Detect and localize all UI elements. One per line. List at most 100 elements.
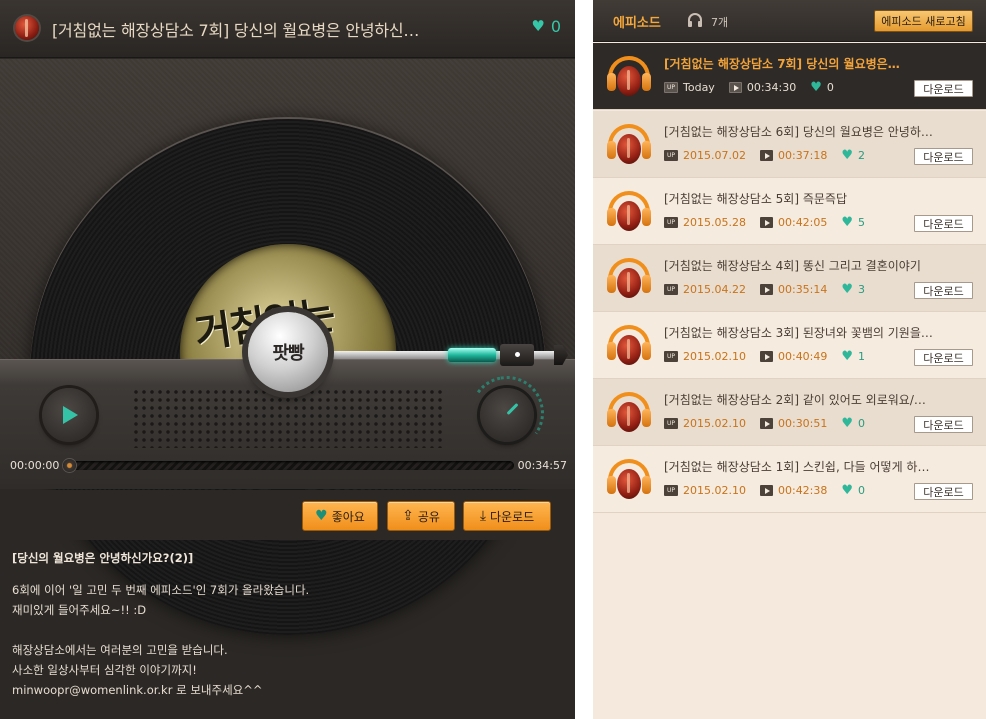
sidebar-header: 에피소드 7개 에피소드 새로고침: [593, 0, 986, 42]
share-button[interactable]: ⇪ 공유: [387, 501, 455, 531]
progress-bar[interactable]: [62, 461, 514, 470]
episode-thumbnail: [607, 56, 651, 98]
episode-likes: 5: [858, 216, 866, 229]
heart-icon: ♥: [841, 148, 854, 163]
episode-duration: 00:37:18: [777, 149, 828, 162]
episode-download-button[interactable]: 다운로드: [914, 215, 973, 232]
episode-meta: UP 2015.05.28 00:42:05 ♥ 5: [664, 216, 865, 229]
play-button[interactable]: [42, 388, 96, 442]
description-line: 해장상담소에서는 여러분의 고민을 받습니다.: [12, 643, 228, 657]
episode-item[interactable]: [거침없는 해장상담소 3회] 된장녀와 꽃뱀의 기원을… UP 2015.02…: [593, 312, 986, 379]
description-line: 사소한 일상사부터 심각한 이야기까지!: [12, 663, 197, 677]
episode-duration: 00:30:51: [777, 417, 828, 430]
duration-icon: [759, 418, 773, 429]
like-button[interactable]: ♥ 좋아요: [302, 501, 378, 531]
episode-count: 7개: [711, 16, 729, 29]
time-total: 00:34:57: [517, 459, 567, 472]
heart-icon: ♥: [841, 483, 854, 498]
upload-date-icon: UP: [664, 82, 678, 93]
episode-thumbnail: [607, 191, 651, 233]
play-icon: [63, 406, 78, 424]
episode-duration: 00:35:14: [777, 283, 828, 296]
upload-date-icon: UP: [664, 217, 678, 228]
duration-icon: [759, 284, 773, 295]
episode-date: 2015.02.10: [683, 484, 746, 497]
episode-title: [거침없는 해장상담소 7회] 당신의 월요병은 안녕하신…: [52, 21, 420, 40]
description-title: [당신의 월요병은 안녕하신가요?(2)]: [12, 551, 194, 565]
share-button-label: 공유: [417, 509, 440, 524]
episode-date: 2015.04.22: [683, 283, 746, 296]
episode-item[interactable]: [거침없는 해장상담소 1회] 스킨쉽, 다들 어떻게 하… UP 2015.0…: [593, 446, 986, 513]
upload-date-icon: UP: [664, 150, 678, 161]
episode-meta: UP Today 00:34:30 ♥ 0: [664, 81, 834, 94]
refresh-episodes-button[interactable]: 에피소드 새로고침: [874, 10, 973, 32]
episode-item[interactable]: [거침없는 해장상담소 2회] 같이 있어도 외로워요/… UP 2015.02…: [593, 379, 986, 446]
episode-download-button[interactable]: 다운로드: [914, 483, 973, 500]
episode-sidebar: 에피소드 7개 에피소드 새로고침 [거침없는 해장상담소 7회] 당신의 월요…: [593, 0, 986, 719]
episode-likes: 2: [858, 149, 866, 162]
episode-download-button[interactable]: 다운로드: [914, 80, 973, 97]
tonearm-light: [448, 348, 496, 362]
episode-thumbnail: [607, 325, 651, 367]
progress-handle[interactable]: [63, 459, 76, 472]
episode-download-button[interactable]: 다운로드: [914, 282, 973, 299]
description-line: minwoopr@womenlink.or.kr 로 보내주세요^^: [12, 683, 263, 697]
episode-likes: 3: [858, 283, 866, 296]
episode-meta: UP 2015.02.10 00:42:38 ♥ 0: [664, 484, 865, 497]
tonearm: [300, 342, 570, 370]
episode-date: 2015.07.02: [683, 149, 746, 162]
download-icon: ⤓: [479, 508, 487, 524]
episode-date: 2015.02.10: [683, 417, 746, 430]
episode-item-title: [거침없는 해장상담소 1회] 스킨쉽, 다들 어떻게 하…: [664, 460, 930, 474]
heart-icon: ♥: [841, 349, 854, 364]
episode-item[interactable]: [거침없는 해장상담소 4회] 똥신 그리고 결혼이야기 UP 2015.04.…: [593, 245, 986, 312]
episode-duration: 00:40:49: [777, 350, 828, 363]
episode-description: [당신의 월요병은 안녕하신가요?(2)] 6회에 이어 '일 고민 두 번째 …: [12, 548, 562, 719]
like-button-label: 좋아요: [331, 509, 365, 524]
upload-date-icon: UP: [664, 351, 678, 362]
episode-date: Today: [683, 81, 715, 94]
episode-download-button[interactable]: 다운로드: [914, 148, 973, 165]
duration-icon: [759, 217, 773, 228]
episode-item-title: [거침없는 해장상담소 7회] 당신의 월요병은…: [664, 57, 900, 71]
download-button[interactable]: ⤓ 다운로드: [463, 501, 551, 531]
episode-item[interactable]: [거침없는 해장상담소 6회] 당신의 월요병은 안녕하… UP 2015.07…: [593, 111, 986, 178]
duration-icon: [759, 150, 773, 161]
episode-thumbnail: [607, 459, 651, 501]
player-panel: [거침없는 해장상담소 7회] 당신의 월요병은 안녕하신… ♥ 0 거침없는 …: [0, 0, 575, 719]
brand-knob[interactable]: 팟빵: [248, 312, 328, 392]
episode-item-title: [거침없는 해장상담소 3회] 된장녀와 꽃뱀의 기원을…: [664, 326, 933, 340]
episode-download-button[interactable]: 다운로드: [914, 349, 973, 366]
like-count: 0: [550, 17, 561, 36]
volume-knob[interactable]: [480, 388, 534, 442]
episode-likes: 0: [858, 417, 866, 430]
turntable-stage: 거침없는 소 팟빵: [0, 59, 575, 635]
heart-icon: ♥: [810, 80, 822, 95]
description-line: 재미있게 들어주세요~!! :D: [12, 603, 147, 617]
episode-date: 2015.05.28: [683, 216, 746, 229]
episode-item-title: [거침없는 해장상담소 6회] 당신의 월요병은 안녕하…: [664, 125, 933, 139]
episode-download-button[interactable]: 다운로드: [914, 416, 973, 433]
time-current: 00:00:00: [10, 459, 60, 472]
episode-item[interactable]: [거침없는 해장상담소 7회] 당신의 월요병은… UP Today 00:34…: [593, 43, 986, 110]
episode-item[interactable]: [거침없는 해장상담소 5회] 즉문즉답 UP 2015.05.28 00:42…: [593, 178, 986, 245]
episode-meta: UP 2015.04.22 00:35:14 ♥ 3: [664, 283, 865, 296]
duration-icon: [728, 82, 742, 93]
brand-logo-text: 팟빵: [272, 343, 304, 364]
episode-thumbnail: [607, 124, 651, 166]
tonearm-end: [554, 345, 568, 365]
podcast-logo-icon: [15, 16, 39, 40]
episode-item-title: [거침없는 해장상담소 5회] 즉문즉답: [664, 192, 848, 206]
episode-meta: UP 2015.02.10 00:30:51 ♥ 0: [664, 417, 865, 430]
upload-date-icon: UP: [664, 485, 678, 496]
episode-item-title: [거침없는 해장상담소 4회] 똥신 그리고 결혼이야기: [664, 259, 921, 273]
sidebar-title: 에피소드: [613, 16, 661, 31]
description-paragraph: 해장상담소에서는 여러분의 고민을 받습니다. 사소한 일상사부터 심각한 이야…: [12, 640, 562, 700]
duration-icon: [759, 485, 773, 496]
episode-duration: 00:34:30: [746, 81, 797, 94]
upload-date-icon: UP: [664, 418, 678, 429]
headphones-icon: [688, 13, 702, 27]
episode-item-title: [거침없는 해장상담소 2회] 같이 있어도 외로워요/…: [664, 393, 926, 407]
episode-thumbnail: [607, 392, 651, 434]
progress-row: 00:00:00 00:34:57: [0, 455, 575, 475]
